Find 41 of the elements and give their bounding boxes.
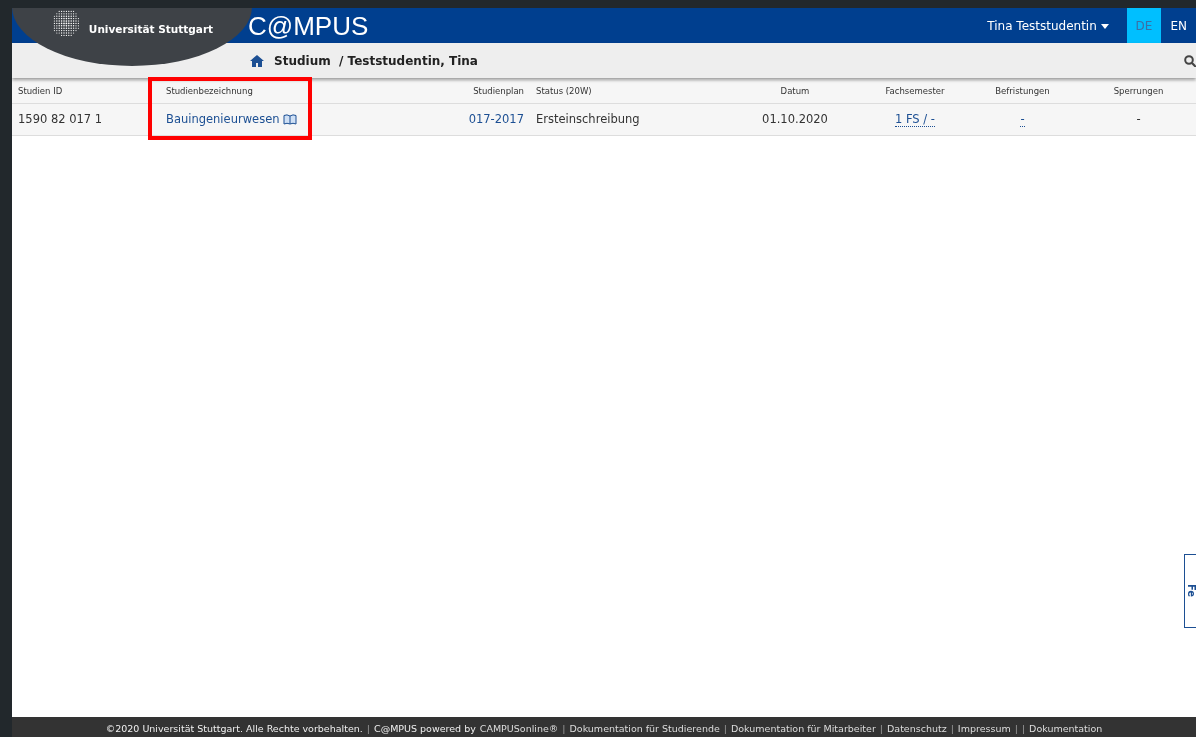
user-menu[interactable]: Tina Teststudentin bbox=[987, 16, 1109, 35]
table-cell: 1590 82 017 1 bbox=[12, 103, 160, 136]
column-header: Befristungen bbox=[970, 80, 1075, 104]
footer-link[interactable]: Dokumentation für Studierende bbox=[569, 721, 720, 736]
table-cell: 01.10.2020 bbox=[730, 103, 860, 136]
table-link[interactable]: 1 FS / - bbox=[895, 111, 935, 127]
footer-link[interactable]: Datenschutz bbox=[887, 721, 947, 736]
feedback-label[interactable]: Fe bbox=[1185, 583, 1196, 598]
table-link[interactable]: - bbox=[1020, 111, 1025, 127]
home-icon[interactable] bbox=[250, 54, 264, 67]
app-title: C@MPUS bbox=[248, 12, 369, 39]
column-header: Fachsemester bbox=[860, 80, 970, 104]
table-link[interactable]: Bauingenieurwesen bbox=[166, 111, 280, 126]
separator-mark: | bbox=[879, 721, 883, 736]
language-button[interactable]: EN bbox=[1161, 8, 1196, 43]
separator-mark: | bbox=[1021, 721, 1026, 736]
column-header: Studienplan bbox=[440, 80, 530, 104]
footer-link[interactable]: Dokumentation bbox=[1029, 721, 1103, 736]
footer-text: C@MPUS powered by bbox=[374, 721, 476, 736]
breadcrumb-text: Studium / Teststudentin, Tina bbox=[274, 52, 478, 70]
footer-text: ©2020 Universität Stuttgart. Alle Rechte vorbehalten. bbox=[105, 721, 363, 736]
column-header: Datum bbox=[730, 80, 860, 104]
feedback-tab[interactable]: Fe bbox=[1184, 554, 1196, 628]
column-header: Sperrungen bbox=[1075, 80, 1196, 104]
university-name: Universität Stuttgart bbox=[88, 22, 214, 38]
book-icon[interactable] bbox=[283, 113, 298, 125]
separator-mark: | bbox=[723, 721, 727, 736]
footer-link[interactable]: Impressum bbox=[957, 721, 1011, 736]
search-icon[interactable] bbox=[1184, 54, 1196, 67]
caret-icon bbox=[1100, 23, 1109, 29]
separator-mark: | bbox=[562, 721, 566, 736]
table-cell: - bbox=[1075, 103, 1196, 136]
separator-mark: | bbox=[1014, 721, 1018, 736]
footer-link[interactable]: Dokumentation für Mitarbeiter bbox=[731, 721, 876, 736]
separator-mark: | bbox=[950, 721, 954, 736]
column-header: Studienbezeichnung bbox=[160, 80, 440, 104]
table-cell: Ersteinschreibung bbox=[530, 103, 730, 136]
footer-link[interactable]: CAMPUSonline® bbox=[479, 721, 559, 736]
column-header: Status (20W) bbox=[530, 80, 730, 104]
separator-mark: | bbox=[366, 721, 370, 736]
column-header: Studien ID bbox=[12, 80, 160, 104]
